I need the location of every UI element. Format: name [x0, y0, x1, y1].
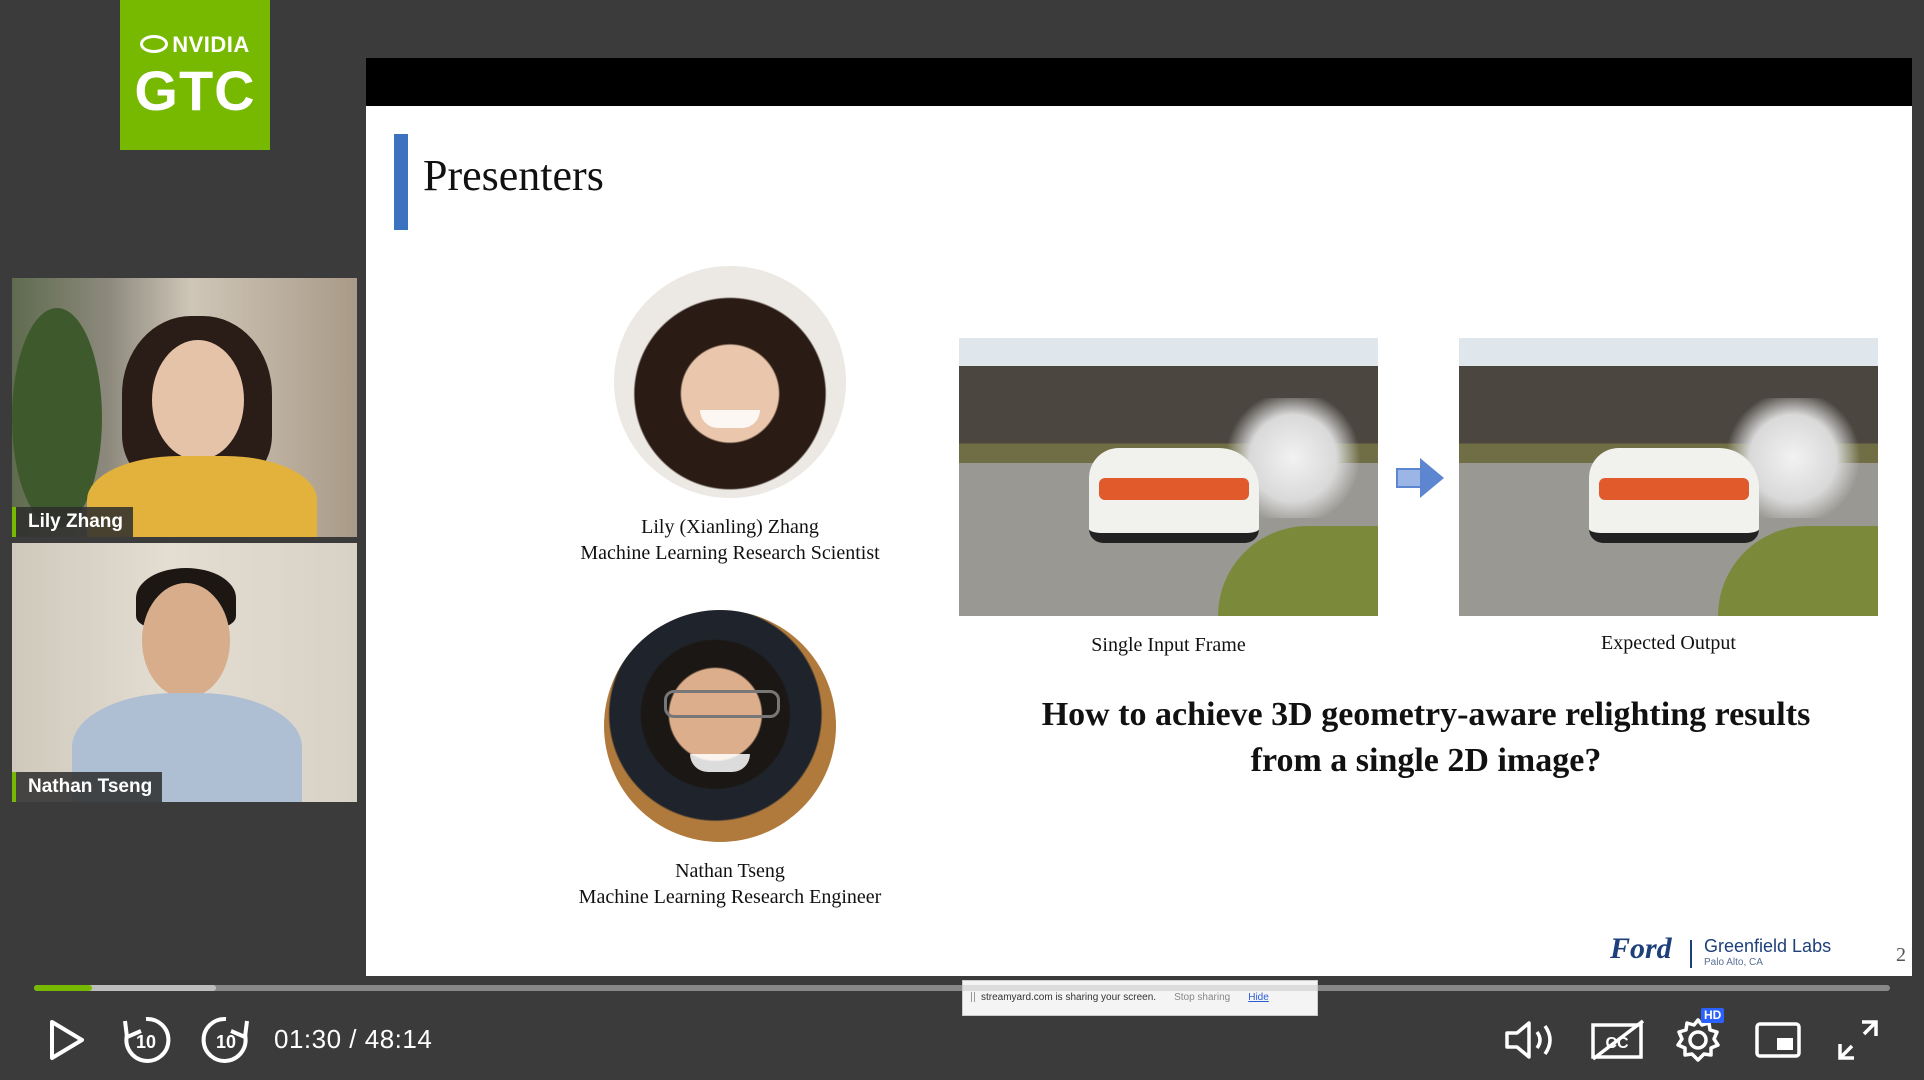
svg-text:CC: CC — [1605, 1035, 1629, 1052]
fullscreen-button[interactable] — [1826, 1010, 1890, 1070]
captions-off-icon: CC — [1591, 1019, 1645, 1061]
presenter-role: Machine Learning Research Engineer — [578, 886, 882, 908]
forward-10-button[interactable]: 10 — [196, 1010, 256, 1070]
participant-name-tag: Lily Zhang — [12, 507, 133, 537]
captions-button[interactable]: CC — [1586, 1010, 1650, 1070]
title-accent-bar — [394, 134, 408, 230]
image-caption: Single Input Frame — [1091, 634, 1246, 656]
forward-10-icon: 10 — [201, 1016, 249, 1063]
slide-page-number: 2 — [1896, 944, 1906, 966]
participant-video-lily: Lily Zhang — [12, 278, 357, 537]
presenter-photo-nathan — [604, 610, 836, 842]
presenter-caption: Lily (Xianling) Zhang Machine Learning R… — [540, 514, 920, 566]
nvidia-eye-icon — [140, 35, 169, 54]
rewind-10-icon: 10 — [123, 1016, 171, 1063]
greenfield-labs-location: Palo Alto, CA — [1704, 957, 1763, 968]
slide-top-bar — [366, 58, 1912, 106]
time-display: 01:30 / 48:14 — [274, 1024, 433, 1054]
seek-bar[interactable] — [34, 985, 1890, 991]
picture-in-picture-icon — [1755, 1022, 1801, 1058]
svg-text:10: 10 — [216, 1032, 236, 1052]
stop-sharing-button[interactable]: Stop sharing — [1174, 992, 1230, 1003]
greenfield-labs-logo: Greenfield Labs — [1704, 936, 1832, 956]
participant-video-nathan: Nathan Tseng — [12, 543, 357, 802]
hd-badge: HD — [1701, 1008, 1725, 1023]
volume-button[interactable] — [1500, 1010, 1564, 1070]
play-icon — [50, 1020, 84, 1060]
play-button[interactable] — [36, 1010, 96, 1070]
nvidia-gtc-logo: NVIDIA GTC — [120, 0, 270, 150]
presenter-photo-lily — [614, 266, 846, 498]
slide-title: Presenters — [423, 151, 604, 200]
fullscreen-icon — [1838, 1020, 1878, 1060]
rewind-10-button[interactable]: 10 — [116, 1010, 176, 1070]
current-time: 01:30 — [274, 1024, 342, 1054]
share-message: streamyard.com is sharing your screen. — [981, 992, 1157, 1003]
drag-handle-icon[interactable] — [971, 992, 975, 1003]
picture-in-picture-button[interactable] — [1746, 1010, 1810, 1070]
presenter-name: Nathan Tseng — [675, 860, 785, 882]
presenter-name: Lily (Xianling) Zhang — [641, 516, 819, 538]
svg-text:10: 10 — [136, 1032, 156, 1052]
hide-banner-link[interactable]: Hide — [1248, 992, 1269, 1003]
participant-name-tag: Nathan Tseng — [12, 772, 163, 802]
volume-icon — [1505, 1021, 1552, 1059]
presenter-role: Machine Learning Research Scientist — [580, 542, 880, 564]
rally-car — [1089, 448, 1259, 543]
seek-bar-played — [34, 985, 92, 991]
logo-divider — [1690, 940, 1692, 968]
presenter-caption: Nathan Tseng Machine Learning Research E… — [540, 858, 920, 910]
image-caption: Expected Output — [1601, 632, 1736, 654]
logo-event: GTC — [134, 59, 256, 122]
logo-brand: NVIDIA — [172, 32, 250, 57]
expected-output-image — [1459, 338, 1878, 616]
slide-question: How to achieve 3D geometry-aware relight… — [1041, 696, 1811, 779]
presentation-slide: Presenters Lily (Xianling) Zhang Machine… — [366, 106, 1912, 976]
input-frame-image — [959, 338, 1378, 616]
ford-logo: Ford — [1610, 932, 1672, 965]
rally-car — [1589, 448, 1759, 543]
total-duration: 48:14 — [364, 1024, 433, 1054]
video-player: { "logo": {"brand": "NVIDIA", "event": "… — [0, 0, 1924, 1080]
